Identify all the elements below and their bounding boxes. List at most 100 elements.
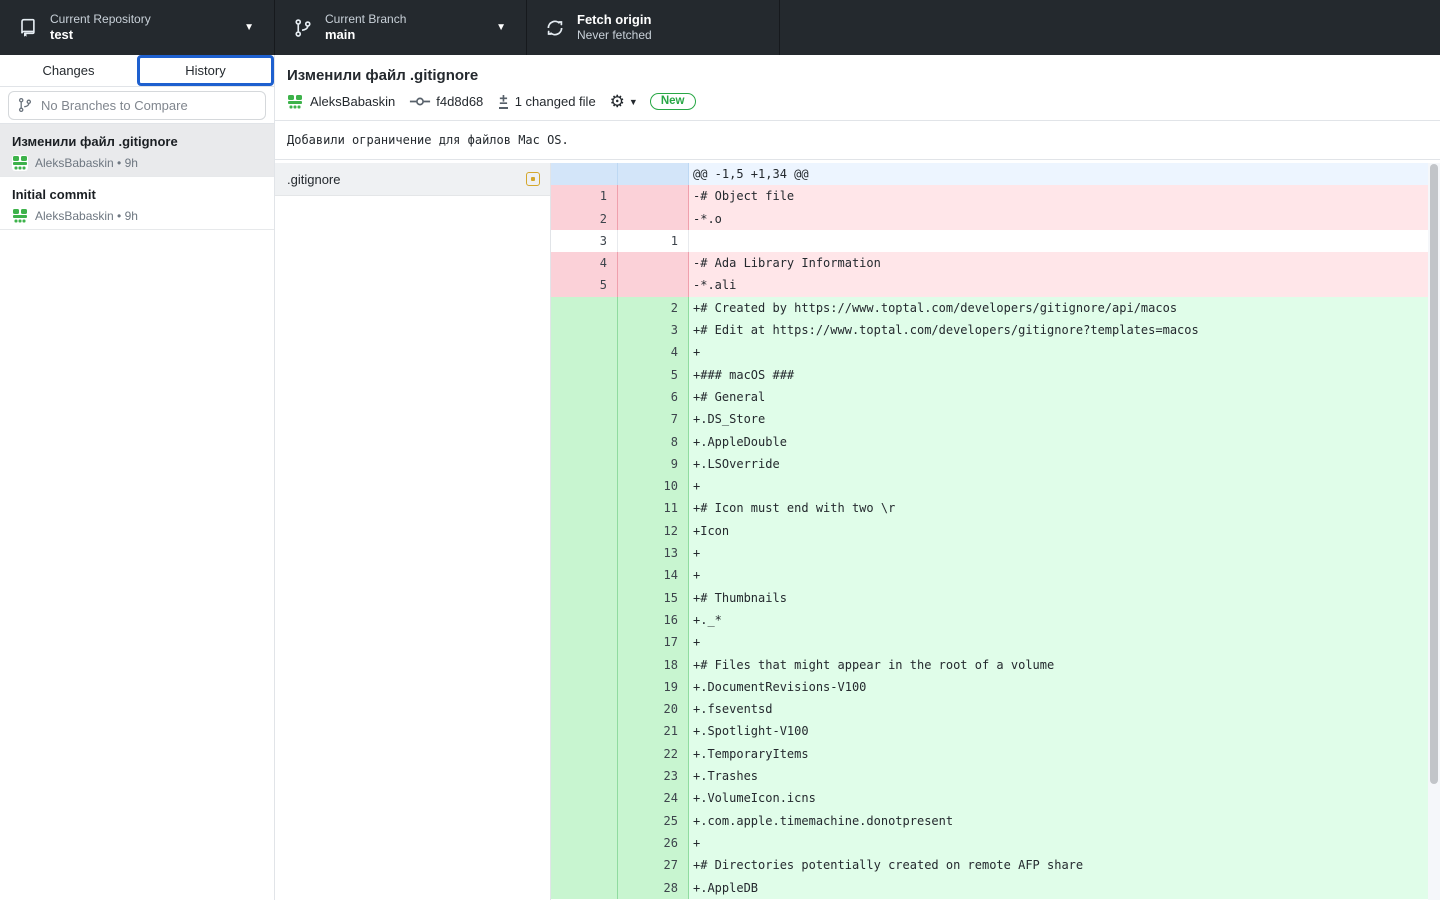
old-line-number xyxy=(551,720,618,742)
old-line-number xyxy=(551,163,618,185)
old-line-number xyxy=(551,676,618,698)
diff-table: @@ -1,5 +1,34 @@1-# Object file2-*.o314-… xyxy=(551,163,1428,899)
diff-line-text: + xyxy=(689,341,1428,363)
commit-title: Initial commit xyxy=(12,187,262,202)
diff-row: 20+.fseventsd xyxy=(551,698,1428,720)
old-line-number: 5 xyxy=(551,274,618,296)
new-line-number xyxy=(618,252,689,274)
old-line-number xyxy=(551,408,618,430)
fetch-origin-status: Never fetched xyxy=(577,28,652,43)
repo-icon xyxy=(18,18,38,38)
current-branch-button[interactable]: Current Branch main ▼ xyxy=(275,0,527,55)
diff-line-text: @@ -1,5 +1,34 @@ xyxy=(689,163,1428,185)
diff-row: @@ -1,5 +1,34 @@ xyxy=(551,163,1428,185)
old-line-number xyxy=(551,431,618,453)
new-line-number: 8 xyxy=(618,431,689,453)
chevron-down-icon: ▼ xyxy=(629,97,638,107)
old-line-number xyxy=(551,765,618,787)
diff-line-text: + xyxy=(689,832,1428,854)
old-line-number xyxy=(551,364,618,386)
diff-line-text: -*.ali xyxy=(689,274,1428,296)
chevron-down-icon: ▼ xyxy=(496,22,512,33)
commit-options-button[interactable]: ⚙ ▼ xyxy=(610,94,638,110)
fetch-origin-texts: Fetch origin Never fetched xyxy=(577,12,652,43)
new-line-number: 6 xyxy=(618,386,689,408)
diff-line-text: + xyxy=(689,564,1428,586)
current-repository-value: test xyxy=(50,27,151,43)
old-line-number xyxy=(551,564,618,586)
commit-list-item[interactable]: Initial commit AleksBabaskin • 9h xyxy=(0,177,274,230)
git-branch-icon xyxy=(17,97,33,113)
diff-row: 18+# Files that might appear in the root… xyxy=(551,654,1428,676)
diff-line-text: +.LSOverride xyxy=(689,453,1428,475)
old-line-number xyxy=(551,877,618,899)
current-repository-texts: Current Repository test xyxy=(50,12,151,43)
diff-row: 26+ xyxy=(551,832,1428,854)
file-name: .gitignore xyxy=(287,172,526,187)
new-line-number xyxy=(618,274,689,296)
diff-line-text: + xyxy=(689,475,1428,497)
commit-header: Изменили файл .gitignore AleksBabaskin xyxy=(275,55,1440,121)
new-line-number: 27 xyxy=(618,854,689,876)
status-badge-new: New xyxy=(650,93,696,110)
app-toolbar: Current Repository test ▼ Current Branch… xyxy=(0,0,1440,55)
diff-row: 1-# Object file xyxy=(551,185,1428,207)
diff-scrollbar-track[interactable] xyxy=(1428,163,1440,900)
sidebar: Changes History No Branches to Compare И… xyxy=(0,55,275,900)
tab-changes[interactable]: Changes xyxy=(0,55,137,86)
compare-branch-input[interactable]: No Branches to Compare xyxy=(8,91,266,120)
diff-line-text: +.Spotlight-V100 xyxy=(689,720,1428,742)
old-line-number xyxy=(551,654,618,676)
commit-author-time: AleksBabaskin • 9h xyxy=(35,209,138,223)
old-line-number xyxy=(551,832,618,854)
new-line-number: 11 xyxy=(618,497,689,519)
sync-icon xyxy=(545,18,565,38)
sidebar-tabs: Changes History xyxy=(0,55,274,87)
old-line-number xyxy=(551,609,618,631)
diff-line-text: + xyxy=(689,542,1428,564)
fetch-origin-button[interactable]: Fetch origin Never fetched xyxy=(527,0,780,55)
new-line-number: 18 xyxy=(618,654,689,676)
diff-row: 21+.Spotlight-V100 xyxy=(551,720,1428,742)
diff-scrollbar-thumb[interactable] xyxy=(1430,164,1438,784)
file-list-item[interactable]: .gitignore xyxy=(275,163,550,196)
current-branch-texts: Current Branch main xyxy=(325,12,406,43)
new-line-number: 20 xyxy=(618,698,689,720)
new-line-number: 25 xyxy=(618,810,689,832)
tab-history[interactable]: History xyxy=(137,55,274,86)
old-line-number xyxy=(551,743,618,765)
new-line-number: 5 xyxy=(618,364,689,386)
commit-list-item[interactable]: Изменили файл .gitignore AleksBabaskin •… xyxy=(0,124,274,177)
current-repository-button[interactable]: Current Repository test ▼ xyxy=(0,0,275,55)
old-line-number: 2 xyxy=(551,208,618,230)
new-line-number: 3 xyxy=(618,319,689,341)
diff-row: 17+ xyxy=(551,631,1428,653)
new-line-number: 7 xyxy=(618,408,689,430)
diff-row: 19+.DocumentRevisions-V100 xyxy=(551,676,1428,698)
new-line-number xyxy=(618,208,689,230)
commit-author: AleksBabaskin xyxy=(310,94,395,109)
diff-row: 2+# Created by https://www.toptal.com/de… xyxy=(551,297,1428,319)
changed-files-panel: .gitignore xyxy=(275,163,551,900)
diff-line-text: +.DS_Store xyxy=(689,408,1428,430)
diff-row: 4-# Ada Library Information xyxy=(551,252,1428,274)
commit-meta: AleksBabaskin • 9h xyxy=(12,155,262,171)
new-line-number: 9 xyxy=(618,453,689,475)
old-line-number xyxy=(551,497,618,519)
diff-line-text: +.VolumeIcon.icns xyxy=(689,787,1428,809)
commit-author-time: AleksBabaskin • 9h xyxy=(35,156,138,170)
diff-row: 2-*.o xyxy=(551,208,1428,230)
old-line-number xyxy=(551,341,618,363)
diff-row: 12+Icon xyxy=(551,520,1428,542)
old-line-number xyxy=(551,810,618,832)
new-line-number: 21 xyxy=(618,720,689,742)
diff-line-text: +.TemporaryItems xyxy=(689,743,1428,765)
current-branch-label: Current Branch xyxy=(325,12,406,27)
commit-detail-meta: AleksBabaskin f4d8d68 ± 1 changed file ⚙… xyxy=(287,93,1440,110)
diff-modified-icon: ± xyxy=(499,94,507,109)
diff-line-text: -# Object file xyxy=(689,185,1428,207)
new-line-number: 23 xyxy=(618,765,689,787)
changed-files-count: 1 changed file xyxy=(515,94,596,109)
diff-line-text: -# Ada Library Information xyxy=(689,252,1428,274)
commit-hash: f4d8d68 xyxy=(436,94,483,109)
